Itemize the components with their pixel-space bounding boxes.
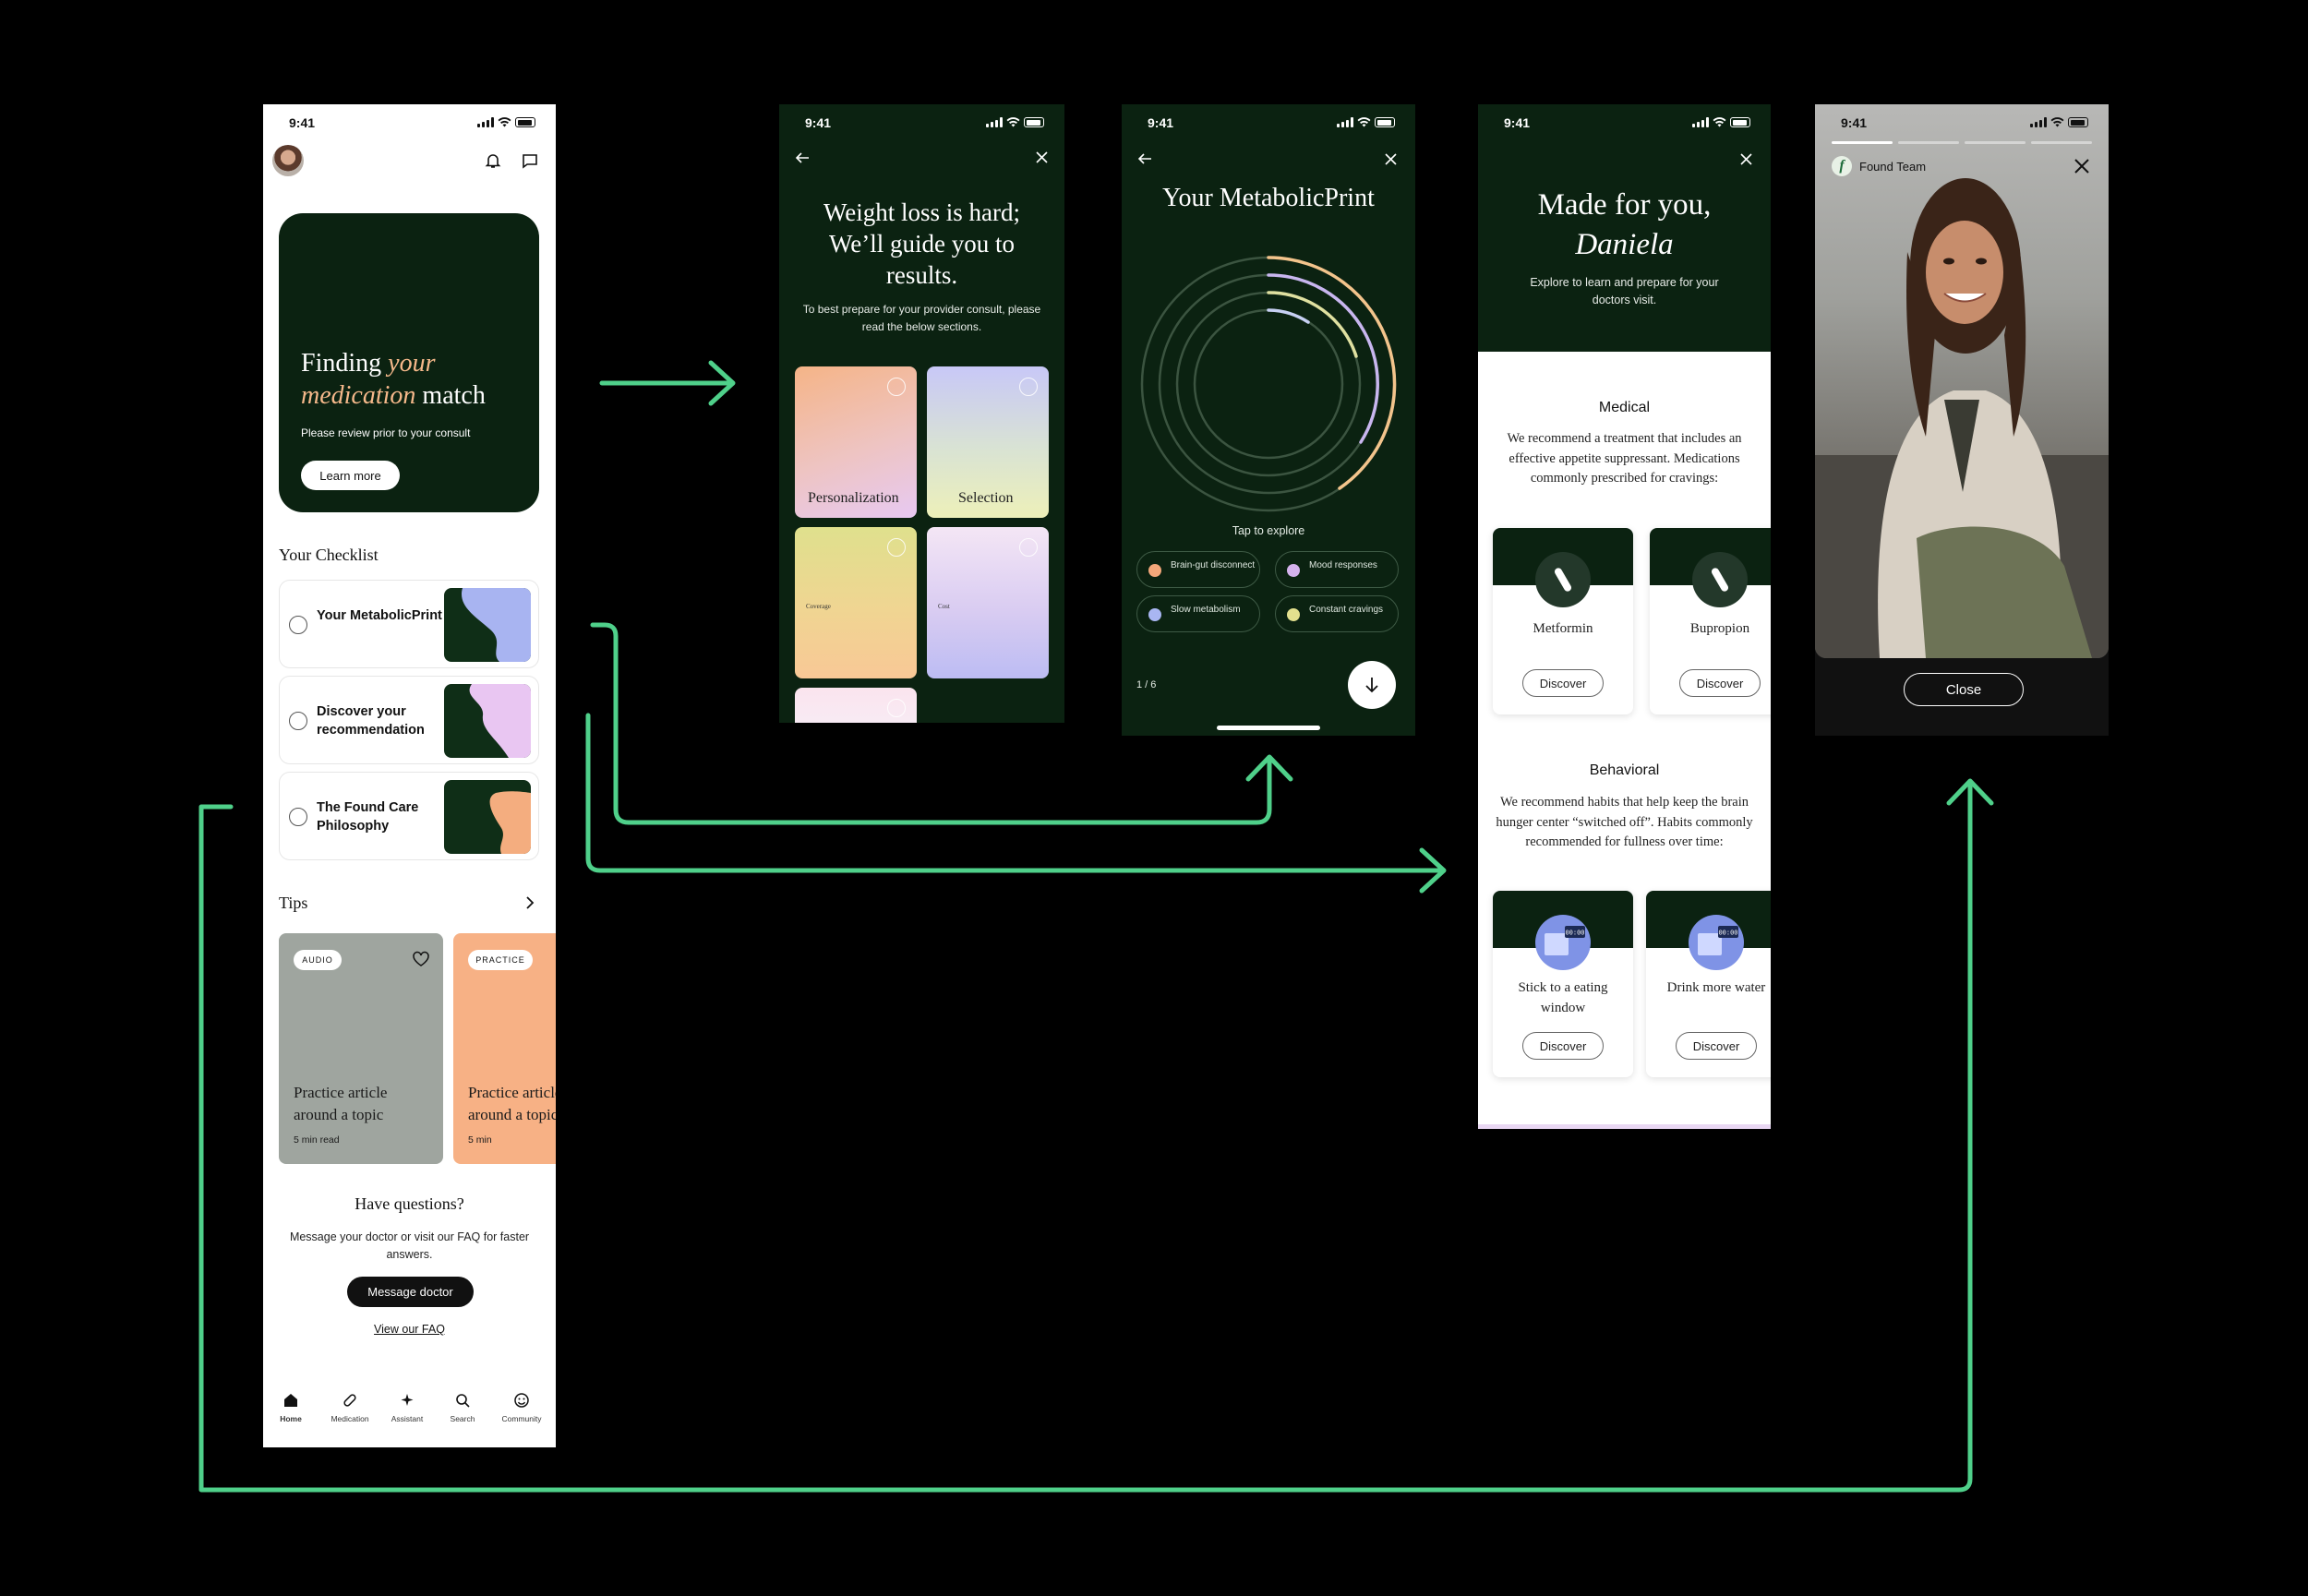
flow-arrows xyxy=(198,360,1994,1493)
flow-canvas: 9:41 Finding your medication match Pleas… xyxy=(0,0,2308,1596)
